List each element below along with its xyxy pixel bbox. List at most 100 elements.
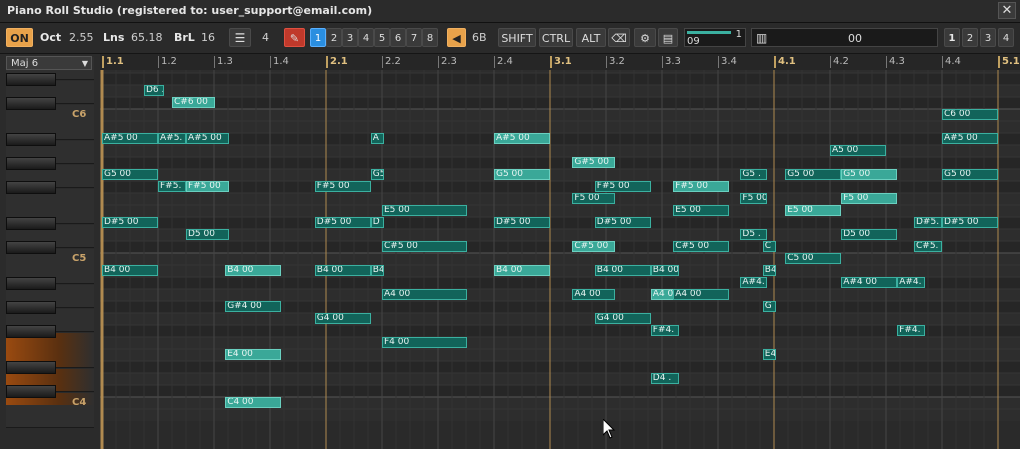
note-F#5[interactable]: F#5. (158, 181, 186, 192)
note-E5[interactable]: E5 00 (382, 205, 468, 216)
note-F#5[interactable]: F#5 00 (314, 181, 371, 192)
note-F5[interactable]: F5 00 (841, 193, 898, 204)
note-D5[interactable]: D5 00 (186, 229, 229, 240)
pencil-icon[interactable]: ✎ (284, 28, 305, 47)
view-button-1[interactable]: 1 (944, 28, 960, 47)
brl-value[interactable]: 16 (201, 28, 215, 47)
note-F#4[interactable]: F#4. (650, 325, 679, 336)
black-key-D#4[interactable] (6, 361, 56, 374)
note-B4[interactable]: B4 (762, 265, 777, 276)
track-button-4[interactable]: 4 (358, 28, 374, 47)
black-key-F#5[interactable] (6, 181, 56, 194)
note-G4[interactable]: G4 00 (594, 313, 651, 324)
note-A#5[interactable]: A#5 00 (494, 133, 550, 144)
note-C#5[interactable]: C (762, 241, 777, 252)
note-G5[interactable]: G5 (370, 169, 385, 180)
pattern-field[interactable]: ▥ 00 (751, 28, 938, 47)
track-button-8[interactable]: 8 (422, 28, 438, 47)
track-button-7[interactable]: 7 (406, 28, 422, 47)
black-key-C#5[interactable] (6, 241, 56, 254)
note-E4[interactable]: E4 00 (225, 349, 282, 360)
note-G5[interactable]: G5 00 (942, 169, 998, 180)
note-F#5[interactable]: F#5 00 (186, 181, 229, 192)
lanes-icon[interactable]: ☰ (229, 28, 251, 47)
note-C6[interactable]: C6 00 (942, 109, 998, 120)
note-D#5[interactable]: D#5 00 (942, 217, 998, 228)
note-G5[interactable]: G5 00 (102, 169, 158, 180)
note-A#4[interactable]: A#4. (740, 277, 768, 288)
gear-icon[interactable]: ⚙ (634, 28, 656, 47)
note-A4[interactable]: A4 00 (572, 289, 615, 300)
black-key-G#4[interactable] (6, 301, 56, 314)
note-F4[interactable]: F4 00 (382, 337, 468, 348)
note-G#5[interactable]: G#5 00 (572, 157, 615, 168)
view-button-2[interactable]: 2 (962, 28, 978, 47)
timeline-ruler[interactable]: 1.1 1.2 1.3 1.4 2.1 2.2 2.3 2.4 3.1 3.2 3.3 3.4 4.1 4… (100, 54, 1020, 71)
black-key-A#4[interactable] (6, 277, 56, 290)
note-B4[interactable]: B4 00 (102, 265, 158, 276)
note-D#5[interactable]: D#5 00 (314, 217, 371, 228)
note-A#5[interactable]: A#5 00 (186, 133, 229, 144)
scale-dropdown[interactable]: Maj 6 ▼ (6, 56, 92, 70)
note-B4[interactable]: B4 00 (494, 265, 550, 276)
note-D4[interactable]: D4 . (650, 373, 679, 384)
note-G5[interactable]: G5 00 (494, 169, 550, 180)
alt-button[interactable]: ALT (576, 28, 606, 47)
note-C#5[interactable]: C#5 00 (382, 241, 468, 252)
note-A#4[interactable]: A#4 00 (841, 277, 898, 288)
oct-value[interactable]: 2.55 (69, 28, 94, 47)
note-G#4[interactable]: G (762, 301, 777, 312)
speaker-icon[interactable]: ◀ (447, 28, 466, 47)
lanes-value[interactable]: 4 (262, 28, 269, 47)
note-D#5[interactable]: D (370, 217, 385, 228)
note-D6[interactable]: D6 . (144, 85, 165, 96)
note-F#5[interactable]: F#5 00 (673, 181, 730, 192)
note-C5[interactable]: C5 00 (785, 253, 842, 264)
black-key-D#5[interactable] (6, 217, 56, 230)
note-B4[interactable]: B4 (370, 265, 385, 276)
black-key-C#6[interactable] (6, 97, 56, 110)
track-button-6[interactable]: 6 (390, 28, 406, 47)
note-G#4[interactable]: G#4 00 (225, 301, 282, 312)
note-F#4[interactable]: F#4. (897, 325, 926, 336)
note-C#6[interactable]: C#6 00 (172, 97, 215, 108)
note-C#5[interactable]: C#5 00 (572, 241, 615, 252)
note-E5[interactable]: E5 00 (673, 205, 730, 216)
shift-button[interactable]: SHIFT (498, 28, 536, 47)
note-A#5[interactable]: A (370, 133, 385, 144)
black-key-C#4[interactable] (6, 385, 56, 398)
view-button-4[interactable]: 4 (998, 28, 1014, 47)
note-A4[interactable]: A4 00 (673, 289, 730, 300)
note-D#5[interactable]: D#5 00 (102, 217, 158, 228)
track-button-5[interactable]: 5 (374, 28, 390, 47)
white-key-B3[interactable] (6, 405, 94, 428)
note-B4[interactable]: B4 00 (314, 265, 371, 276)
note-B4[interactable]: B4 00 (650, 265, 679, 276)
note-C4[interactable]: C4 00 (225, 397, 282, 408)
note-C#5[interactable]: C#5 00 (673, 241, 730, 252)
note-G5[interactable]: G5 00 (785, 169, 842, 180)
note-G5[interactable]: G5 00 (841, 169, 898, 180)
note-F#5[interactable]: F#5 00 (594, 181, 651, 192)
note-F5[interactable]: F5 00 (740, 193, 768, 204)
black-key-G#5[interactable] (6, 157, 56, 170)
speaker-value[interactable]: 6B (472, 28, 487, 47)
eraser-icon[interactable]: ⌫ (608, 28, 630, 47)
track-button-2[interactable]: 2 (326, 28, 342, 47)
view-button-3[interactable]: 3 (980, 28, 996, 47)
note-A4[interactable]: A4 00 (382, 289, 468, 300)
note-grid[interactable]: D6 . C#6 00 C6 00 A#5 00 A#5. A#5 00 A A#5 00 A#… (100, 70, 1020, 449)
note-A5[interactable]: A5 00 (830, 145, 886, 156)
black-key-D#6[interactable] (6, 73, 56, 86)
note-D5[interactable]: D5 . (740, 229, 768, 240)
note-A#5[interactable]: A#5. (158, 133, 186, 144)
close-button[interactable]: ✕ (998, 2, 1016, 19)
note-D#5[interactable]: D#5 00 (494, 217, 550, 228)
note-A#5[interactable]: A#5 00 (942, 133, 998, 144)
note-D#5[interactable]: D#5. (914, 217, 942, 228)
on-toggle[interactable]: ON (6, 28, 33, 47)
note-D5[interactable]: D5 00 (841, 229, 898, 240)
note-A#5[interactable]: A#5 00 (102, 133, 158, 144)
ctrl-button[interactable]: CTRL (539, 28, 573, 47)
note-C#5[interactable]: C#5. (914, 241, 942, 252)
